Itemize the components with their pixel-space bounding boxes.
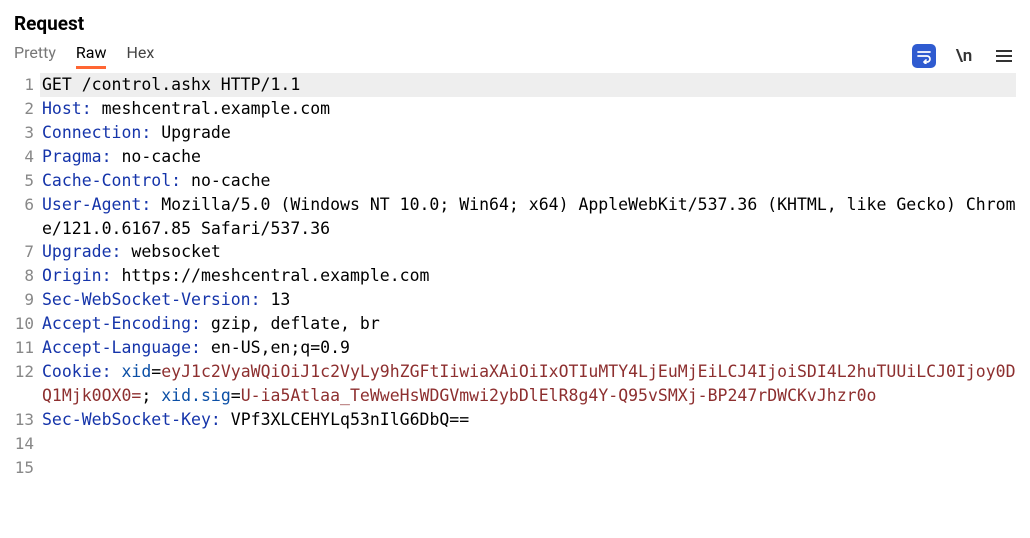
tab-hex[interactable]: Hex [126,43,154,69]
header-value-ws-key: VPf3XLCEHYLq53nIlG6DbQ== [231,410,469,429]
header-line-upgrade: 7 Upgrade: websocket [14,240,1016,264]
header-name-cache-control: Cache-Control [42,171,171,190]
header-value-origin: https://meshcentral.example.com [121,266,429,285]
toolbar: Pretty Raw Hex \n [14,43,1016,69]
header-line-ws-key: 13 Sec-WebSocket-Key: VPf3XLCEHYLq53nIlG… [14,408,1016,432]
header-value-pragma: no-cache [121,147,200,166]
toolbar-icons: \n [912,44,1016,68]
request-line-text: GET /control.ashx HTTP/1.1 [42,75,300,94]
header-line-cookie: 12 Cookie: xid=eyJ1c2VyaWQiOiJ1c2VyLy9hZ… [14,360,1016,408]
header-line-user-agent: 6 User-Agent: Mozilla/5.0 (Windows NT 10… [14,193,1016,241]
gutter-12: 12 [14,360,40,383]
gutter-11: 11 [14,336,40,359]
gutter-8: 8 [14,264,40,287]
header-value-host: meshcentral.example.com [102,99,330,118]
header-name-pragma: Pragma [42,147,102,166]
gutter-10: 10 [14,312,40,335]
gutter-1: 1 [14,73,40,96]
cookie-key-sig: xid.sig [161,386,231,405]
header-name-upgrade: Upgrade [42,242,112,261]
header-name-ws-key: Sec-WebSocket-Key [42,410,211,429]
gutter-6: 6 [14,193,40,216]
cookie-eq-xid: = [151,362,161,381]
cookie-val-sig: U-ia5Atlaa_TeWweHsWDGVmwi2ybDlElR8g4Y-Q9… [241,386,877,405]
header-line-connection: 3 Connection: Upgrade [14,121,1016,145]
header-line-host: 2 Host: meshcentral.example.com [14,97,1016,121]
header-value-user-agent: Mozilla/5.0 (Windows NT 10.0; Win64; x64… [42,195,1016,238]
newline-icon[interactable]: \n [952,44,976,68]
header-line-origin: 8 Origin: https://meshcentral.example.co… [14,264,1016,288]
empty-line-15: 15 [14,456,1016,480]
gutter-13: 13 [14,408,40,431]
panel-title: Request [14,12,1016,35]
header-name-user-agent: User-Agent [42,195,141,214]
header-name-origin: Origin [42,266,102,285]
gutter-7: 7 [14,240,40,263]
header-value-accept-language: en-US,en;q=0.9 [211,338,350,357]
header-value-connection: Upgrade [161,123,231,142]
request-editor[interactable]: 1 GET /control.ashx HTTP/1.1 2 Host: mes… [14,73,1016,480]
header-value-cache-control: no-cache [191,171,270,190]
header-name-ws-version: Sec-WebSocket-Version [42,290,251,309]
cookie-eq-sig: = [231,386,241,405]
gutter-4: 4 [14,145,40,168]
gutter-2: 2 [14,97,40,120]
gutter-9: 9 [14,288,40,311]
gutter-3: 3 [14,121,40,144]
header-name-connection: Connection [42,123,141,142]
header-line-pragma: 4 Pragma: no-cache [14,145,1016,169]
empty-line-14: 14 [14,432,1016,456]
header-value-upgrade: websocket [131,242,220,261]
header-name-cookie: Cookie [42,362,102,381]
cookie-sep: ; [141,386,161,405]
hamburger-icon[interactable] [992,44,1016,68]
header-value-ws-version: 13 [271,290,291,309]
header-name-host: Host [42,99,82,118]
request-line: 1 GET /control.ashx HTTP/1.1 [14,73,1016,97]
wrap-icon[interactable] [912,44,936,68]
tabs: Pretty Raw Hex [14,43,154,69]
header-line-accept-language: 11 Accept-Language: en-US,en;q=0.9 [14,336,1016,360]
tab-pretty[interactable]: Pretty [14,43,56,69]
header-name-accept-encoding: Accept-Encoding [42,314,191,333]
header-line-ws-version: 9 Sec-WebSocket-Version: 13 [14,288,1016,312]
header-line-cache-control: 5 Cache-Control: no-cache [14,169,1016,193]
tab-raw[interactable]: Raw [76,43,107,69]
header-value-accept-encoding: gzip, deflate, br [211,314,380,333]
cookie-key-xid: xid [121,362,151,381]
gutter-5: 5 [14,169,40,192]
header-line-accept-encoding: 10 Accept-Encoding: gzip, deflate, br [14,312,1016,336]
gutter-14: 14 [14,432,40,455]
gutter-15: 15 [14,456,40,479]
header-name-accept-language: Accept-Language [42,338,191,357]
